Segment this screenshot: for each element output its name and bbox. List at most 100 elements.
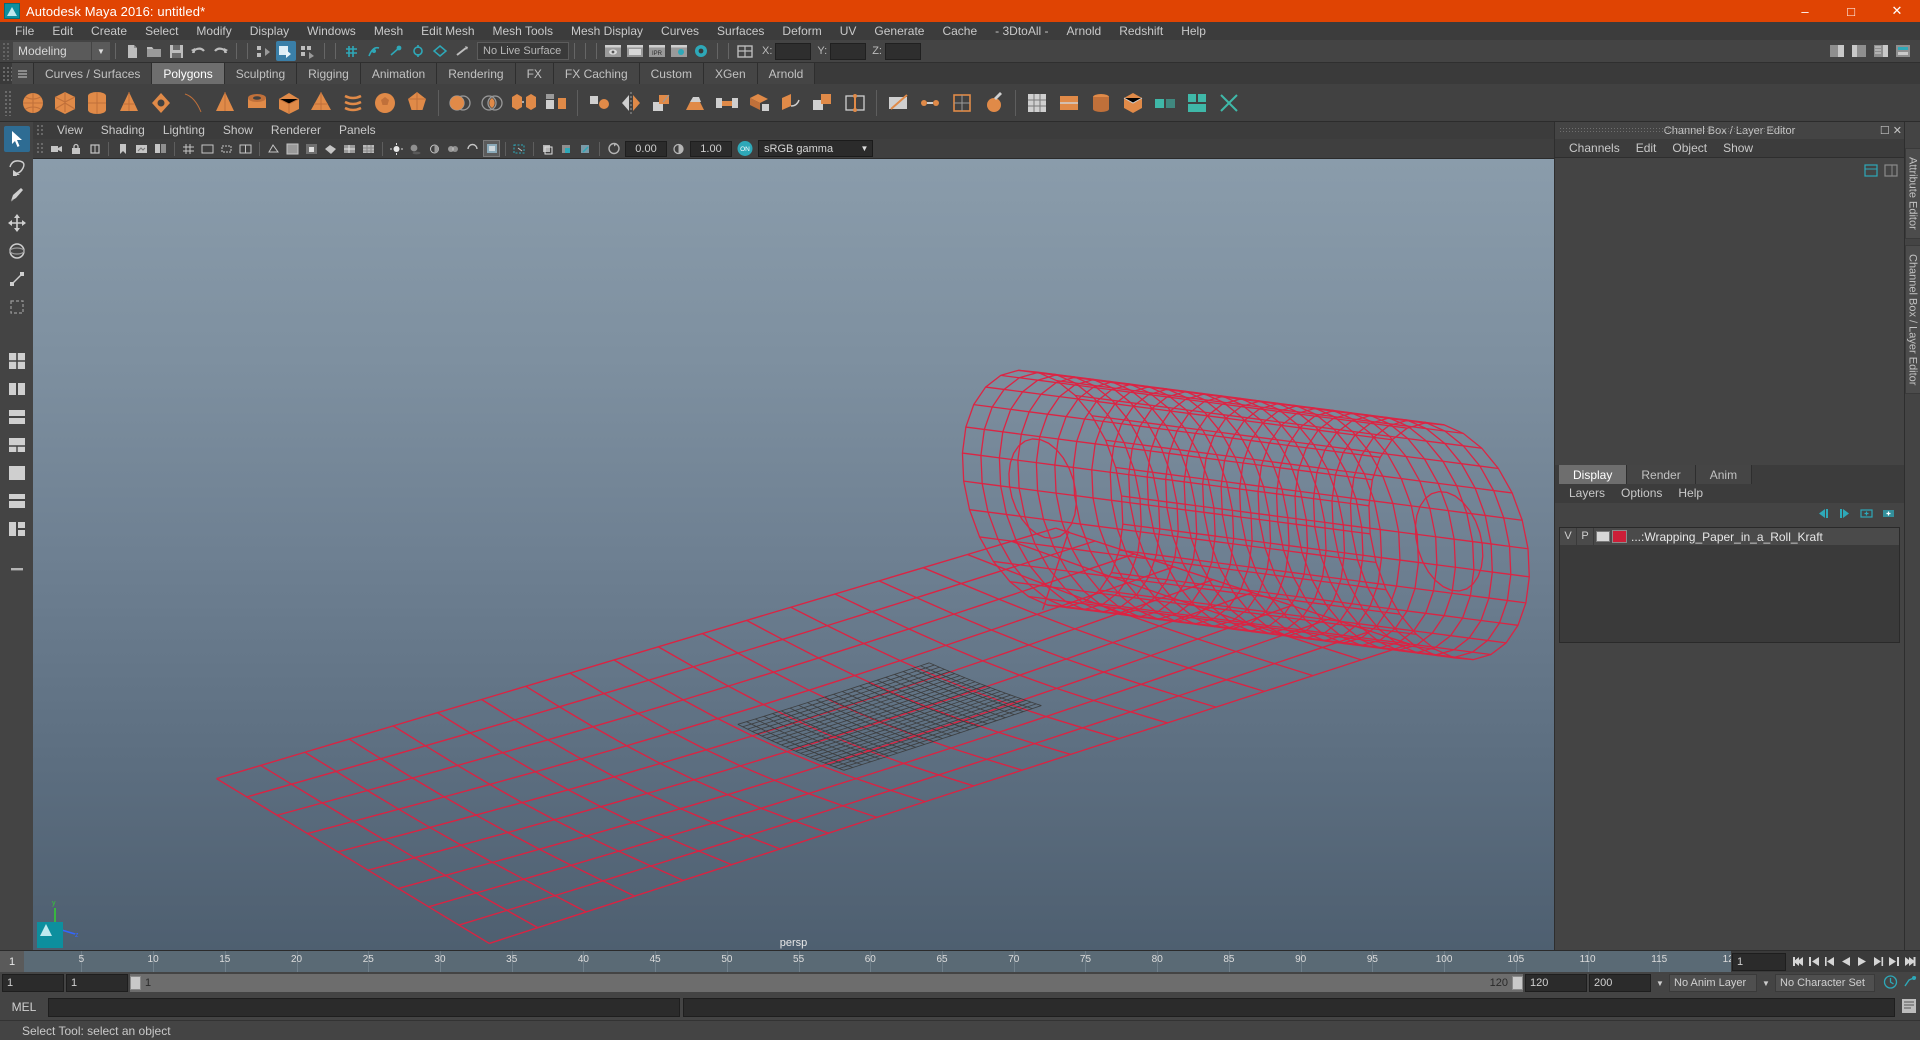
target-weld-icon[interactable] (915, 88, 945, 118)
render-view-icon[interactable] (603, 41, 623, 61)
shelf-tab-rendering[interactable]: Rendering (437, 63, 516, 84)
viewport-menu-grip[interactable] (36, 124, 44, 137)
range-start-handle[interactable] (130, 976, 141, 990)
show-attribute-editor-icon[interactable] (1827, 41, 1847, 61)
expand-panel-icon[interactable] (4, 556, 30, 582)
layer-list[interactable]: V P ...:Wrapping_Paper_in_a_Roll_Kraft (1559, 527, 1900, 643)
menu-item-edit[interactable]: Edit (43, 22, 82, 40)
toggle-editor-icon[interactable] (735, 41, 755, 61)
shelf-tab-custom[interactable]: Custom (639, 63, 704, 84)
two-pane-icon[interactable] (152, 140, 169, 157)
motion-blur-icon[interactable] (445, 140, 462, 157)
poly-cube-icon[interactable] (50, 88, 80, 118)
channelbox-menu-object[interactable]: Object (1664, 139, 1715, 158)
shelf-icons-grip[interactable] (4, 89, 13, 116)
poly-cone-icon[interactable] (114, 88, 144, 118)
viewport-menu-view[interactable]: View (48, 122, 92, 139)
shelf-tab-rigging[interactable]: Rigging (297, 63, 361, 84)
menu-item-cache[interactable]: Cache (933, 22, 986, 40)
smooth-icon[interactable] (584, 88, 614, 118)
combine-icon[interactable] (509, 88, 539, 118)
channelbox-menu-edit[interactable]: Edit (1628, 139, 1665, 158)
move-tool[interactable] (4, 210, 30, 236)
close-icon[interactable]: ✕ (1893, 124, 1902, 137)
rotate-tool[interactable] (4, 238, 30, 264)
shelf-tab-fx[interactable]: FX (515, 63, 554, 84)
poly-torus-icon[interactable] (146, 88, 176, 118)
shelf-tab-curves-surfaces[interactable]: Curves / Surfaces (34, 63, 153, 84)
camera-attributes-icon[interactable] (86, 140, 103, 157)
isolate-select-icon[interactable] (511, 140, 528, 157)
menuset-selector[interactable]: Modeling (13, 42, 91, 60)
step-back-key-icon[interactable] (1806, 953, 1821, 971)
menu-item-display[interactable]: Display (241, 22, 298, 40)
menu-item-windows[interactable]: Windows (298, 22, 365, 40)
layer-visibility-toggle[interactable]: V (1560, 528, 1577, 545)
snap-to-view-plane-icon[interactable] (430, 41, 450, 61)
menu-item-select[interactable]: Select (136, 22, 187, 40)
multi-cut-icon[interactable] (883, 88, 913, 118)
layer-move-right-icon[interactable] (1838, 507, 1852, 522)
panel-grip[interactable] (1559, 127, 1784, 134)
shelf-tab-sculpting[interactable]: Sculpting (224, 63, 298, 84)
select-camera-icon[interactable] (48, 140, 65, 157)
menu-item-redshift[interactable]: Redshift (1110, 22, 1172, 40)
poly-pyramid-icon[interactable] (306, 88, 336, 118)
view-transform-select[interactable]: sRGB gamma ▼ (758, 140, 873, 157)
poly-helix-icon[interactable] (338, 88, 368, 118)
viewport-menu-renderer[interactable]: Renderer (262, 122, 330, 139)
shelf-options-button[interactable] (12, 63, 34, 84)
boolean-difference-icon[interactable] (477, 88, 507, 118)
sculpt-icon[interactable] (979, 88, 1009, 118)
layer-tab-render[interactable]: Render (1627, 465, 1696, 484)
coord-y-field[interactable] (830, 42, 867, 60)
select-by-hierarchy-icon[interactable] (254, 41, 274, 61)
play-backwards-icon[interactable] (1838, 953, 1853, 971)
menu-item-generate[interactable]: Generate (865, 22, 933, 40)
script-editor-icon[interactable] (1898, 998, 1917, 1017)
persp-hypershade-layout-icon[interactable] (4, 432, 30, 458)
wireframe-icon[interactable] (265, 140, 282, 157)
pin-icon[interactable]: ☐ (1880, 124, 1890, 137)
bookmark-icon[interactable] (114, 140, 131, 157)
menu-item-mesh-tools[interactable]: Mesh Tools (484, 22, 562, 40)
connect-icon[interactable] (840, 88, 870, 118)
snap-to-point-icon[interactable] (386, 41, 406, 61)
viewport-menu-shading[interactable]: Shading (92, 122, 154, 139)
layer-move-left-icon[interactable] (1816, 507, 1830, 522)
select-tool[interactable] (3, 126, 30, 152)
view-transform-arrow[interactable]: ▼ (857, 144, 872, 153)
range-options-arrow[interactable]: ▼ (1653, 979, 1667, 988)
lasso-select-tool[interactable] (4, 154, 30, 180)
dock-tab-channel-box[interactable]: Channel Box / Layer Editor (1904, 244, 1920, 395)
menu-item-modify[interactable]: Modify (187, 22, 240, 40)
channelbox-menu-show[interactable]: Show (1715, 139, 1761, 158)
use-all-lights-icon[interactable] (388, 140, 405, 157)
extrude-icon[interactable] (648, 88, 678, 118)
layer-row[interactable]: V P ...:Wrapping_Paper_in_a_Roll_Kraft (1560, 528, 1899, 545)
field-chart-icon[interactable] (237, 140, 254, 157)
viewport-menu-lighting[interactable]: Lighting (154, 122, 214, 139)
statusline-grip[interactable] (2, 42, 10, 60)
show-channel-box-icon[interactable] (1871, 41, 1891, 61)
layer-playback-toggle[interactable]: P (1577, 528, 1594, 545)
texture-icon[interactable] (360, 140, 377, 157)
color-management-toggle-icon[interactable]: ON (735, 140, 754, 157)
layer-menu-help[interactable]: Help (1670, 484, 1711, 503)
persp-outliner-layout-icon[interactable] (4, 376, 30, 402)
live-surface-field[interactable]: No Live Surface (477, 42, 569, 60)
layer-color-swatch[interactable] (1612, 530, 1627, 543)
exposure-field[interactable]: 0.00 (625, 140, 667, 157)
poly-plane-icon[interactable] (178, 88, 208, 118)
snap-to-grid-icon[interactable] (342, 41, 362, 61)
render-settings-icon[interactable] (669, 41, 689, 61)
coord-x-field[interactable] (775, 42, 812, 60)
bevel-icon[interactable] (680, 88, 710, 118)
smooth-shade-selected-icon[interactable] (303, 140, 320, 157)
poly-pipe-icon[interactable] (242, 88, 272, 118)
uv-unfold-icon[interactable] (1150, 88, 1180, 118)
current-frame-field[interactable]: 1 (1732, 953, 1786, 971)
auto-key-icon[interactable] (1883, 974, 1898, 992)
depth-of-field-icon[interactable] (483, 140, 500, 157)
menu-item-mesh-display[interactable]: Mesh Display (562, 22, 652, 40)
